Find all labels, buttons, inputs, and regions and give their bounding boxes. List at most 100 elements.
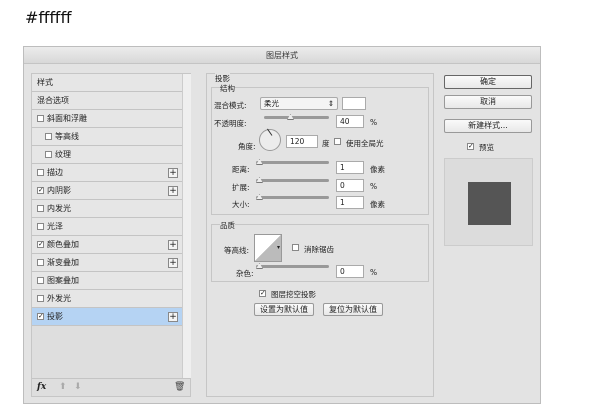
- trash-icon[interactable]: 🗑: [174, 382, 185, 392]
- sidebar-item-label: 样式: [37, 78, 53, 87]
- sidebar-checkbox[interactable]: [37, 295, 44, 302]
- sidebar-item-label: 等高线: [55, 132, 79, 141]
- size-input[interactable]: 1: [336, 196, 364, 209]
- new-style-button[interactable]: 新建样式...: [444, 119, 532, 133]
- slider-thumb[interactable]: [256, 194, 263, 200]
- make-default-button[interactable]: 设置为默认值: [254, 303, 314, 316]
- opacity-label: 不透明度:: [214, 119, 247, 128]
- add-icon[interactable]: +: [168, 312, 178, 322]
- sidebar-item[interactable]: 图案叠加: [32, 272, 182, 290]
- slider-thumb[interactable]: [256, 159, 263, 165]
- quality-group: 品质 等高线: ▾ 消除锯齿 杂色: 0 %: [211, 220, 429, 282]
- fx-button[interactable]: fx: [37, 382, 46, 392]
- sidebar-item[interactable]: 样式: [32, 74, 182, 92]
- sidebar-item[interactable]: 描边 +: [32, 164, 182, 182]
- sidebar-item[interactable]: 斜面和浮雕: [32, 110, 182, 128]
- sidebar-checkbox[interactable]: [37, 277, 44, 284]
- sidebar-item[interactable]: ✓ 内阴影 +: [32, 182, 182, 200]
- sidebar-checkbox[interactable]: ✓: [37, 313, 44, 320]
- structure-group: 结构 混合模式: 柔光 ⇕ 不透明度: 40 % 角度: 120 度 使用全局光 …: [211, 83, 429, 215]
- quality-label: 品质: [220, 220, 235, 231]
- sidebar-item[interactable]: 光泽: [32, 218, 182, 236]
- sidebar-checkbox[interactable]: ✓: [37, 187, 44, 194]
- global-light-label: 使用全局光: [346, 139, 384, 148]
- sidebar-item-label: 描边: [47, 168, 63, 177]
- move-up-icon[interactable]: ⬆: [59, 382, 67, 392]
- sidebar-item-label: 投影: [47, 312, 63, 321]
- sidebar-item[interactable]: 内发光: [32, 200, 182, 218]
- angle-input[interactable]: 120: [286, 135, 318, 148]
- sidebar-item-label: 渐变叠加: [47, 258, 79, 267]
- sidebar-checkbox[interactable]: [37, 115, 44, 122]
- sidebar-item[interactable]: 纹理: [32, 146, 182, 164]
- sidebar-item[interactable]: 等高线: [32, 128, 182, 146]
- sidebar-checkbox[interactable]: ✓: [37, 241, 44, 248]
- sidebar-item-label: 内发光: [47, 204, 71, 213]
- sidebar-item[interactable]: 渐变叠加 +: [32, 254, 182, 272]
- distance-input[interactable]: 1: [336, 161, 364, 174]
- distance-slider[interactable]: [256, 159, 329, 165]
- knockout-checkbox[interactable]: ✓: [259, 290, 266, 297]
- knockout-label: 图层挖空投影: [271, 290, 316, 299]
- scrollbar[interactable]: [182, 74, 191, 378]
- add-icon[interactable]: +: [168, 168, 178, 178]
- sidebar-item[interactable]: 外发光: [32, 290, 182, 308]
- sidebar-checkbox[interactable]: [37, 169, 44, 176]
- reset-default-button[interactable]: 复位为默认值: [323, 303, 383, 316]
- sidebar-item-label: 混合选项: [37, 96, 69, 105]
- select-arrows-icon: ⇕: [327, 99, 334, 108]
- opacity-unit: %: [370, 118, 378, 127]
- sidebar-checkbox[interactable]: [45, 133, 52, 140]
- sidebar-item-label: 颜色叠加: [47, 240, 79, 249]
- structure-label: 结构: [220, 83, 235, 94]
- shadow-color-swatch[interactable]: [342, 97, 366, 110]
- blend-mode-select[interactable]: 柔光 ⇕: [260, 97, 338, 110]
- sidebar-item[interactable]: 混合选项: [32, 92, 182, 110]
- blend-mode-label: 混合模式:: [214, 101, 247, 110]
- sidebar-checkbox[interactable]: [37, 259, 44, 266]
- opacity-slider[interactable]: [264, 114, 329, 120]
- add-icon[interactable]: +: [168, 240, 178, 250]
- antialias-checkbox[interactable]: [292, 244, 299, 251]
- sidebar-item-label: 纹理: [55, 150, 71, 159]
- ok-button[interactable]: 确定: [444, 75, 532, 89]
- slider-thumb[interactable]: [287, 114, 294, 120]
- sidebar-item[interactable]: ✓ 颜色叠加 +: [32, 236, 182, 254]
- move-down-icon[interactable]: ⬇: [74, 382, 82, 392]
- angle-unit: 度: [322, 139, 330, 148]
- spread-input[interactable]: 0: [336, 179, 364, 192]
- list-footer: fx ⬆ ⬇ 🗑: [32, 378, 190, 396]
- drop-shadow-panel: 投影 结构 混合模式: 柔光 ⇕ 不透明度: 40 % 角度: 120 度 使用全…: [206, 73, 434, 397]
- distance-unit: 像素: [370, 165, 385, 174]
- preview-checkbox[interactable]: ✓: [467, 143, 474, 150]
- sidebar-item-label: 外发光: [47, 294, 71, 303]
- size-label: 大小:: [232, 200, 250, 209]
- contour-picker[interactable]: ▾: [254, 234, 282, 262]
- noise-label: 杂色:: [236, 269, 254, 278]
- slider-thumb[interactable]: [256, 177, 263, 183]
- contour-label: 等高线:: [224, 246, 250, 255]
- antialias-label: 消除锯齿: [304, 245, 334, 254]
- dialog-title: 图层样式: [24, 47, 540, 64]
- style-list: 样式 混合选项 斜面和浮雕 等高线 纹理 描边 + ✓ 内阴影 + 内发光 光泽 ✓ 颜色叠加 + 渐变叠加 +…: [31, 73, 191, 397]
- slider-thumb[interactable]: [256, 263, 263, 269]
- cancel-button[interactable]: 取消: [444, 95, 532, 109]
- sidebar-checkbox[interactable]: [37, 223, 44, 230]
- dropdown-arrow-icon: ▾: [276, 244, 280, 251]
- add-icon[interactable]: +: [168, 186, 178, 196]
- preview-box: [444, 158, 533, 246]
- noise-input[interactable]: 0: [336, 265, 364, 278]
- sidebar-item-label: 图案叠加: [47, 276, 79, 285]
- spread-unit: %: [370, 182, 378, 191]
- size-slider[interactable]: [256, 194, 329, 200]
- angle-dial[interactable]: [259, 128, 281, 151]
- sidebar-checkbox[interactable]: [37, 205, 44, 212]
- spread-slider[interactable]: [256, 177, 329, 183]
- noise-unit: %: [370, 268, 378, 277]
- opacity-input[interactable]: 40: [336, 115, 364, 128]
- sidebar-item[interactable]: ✓ 投影 +: [32, 308, 182, 326]
- noise-slider[interactable]: [256, 263, 329, 269]
- global-light-checkbox[interactable]: [334, 138, 341, 145]
- sidebar-checkbox[interactable]: [45, 151, 52, 158]
- add-icon[interactable]: +: [168, 258, 178, 268]
